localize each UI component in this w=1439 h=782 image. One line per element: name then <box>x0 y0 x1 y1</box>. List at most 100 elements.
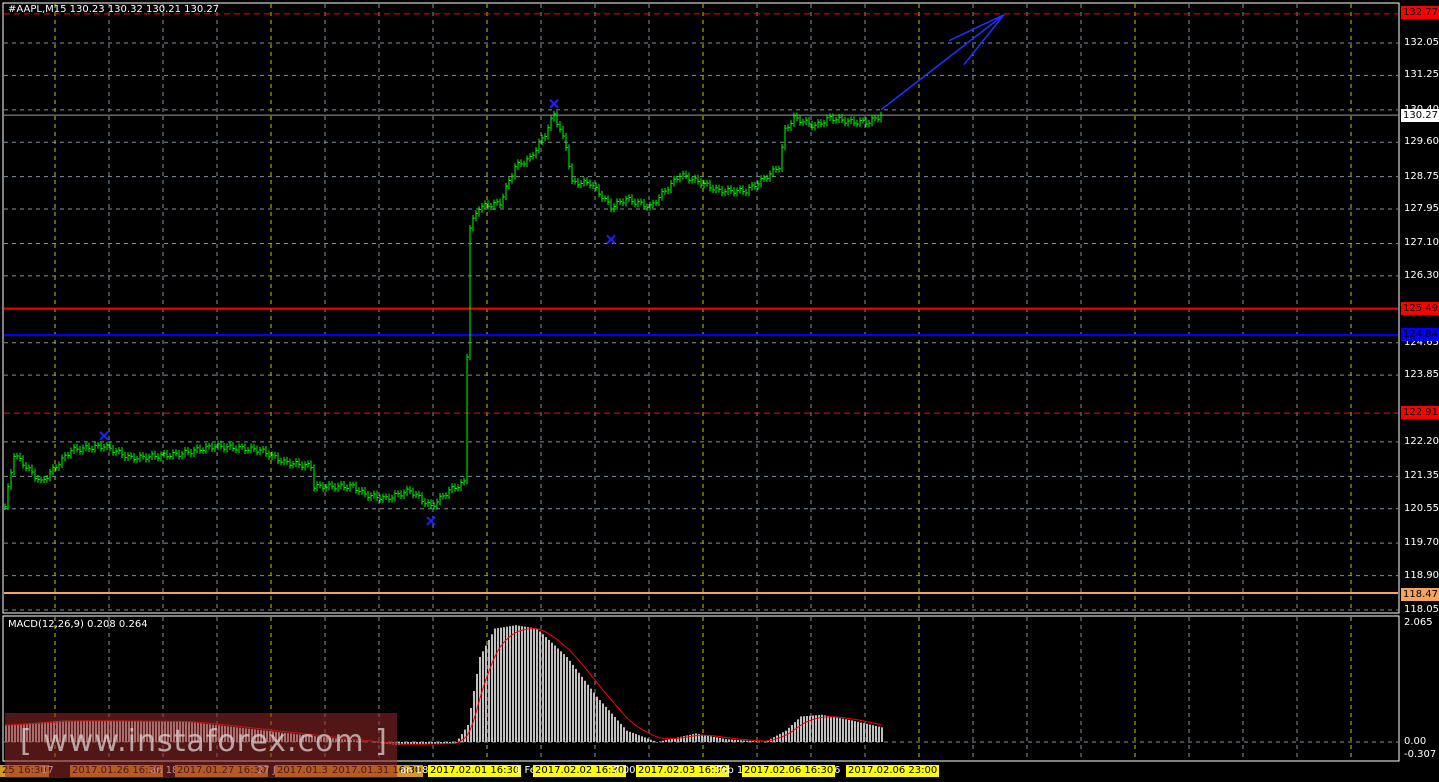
macd-histogram-bar <box>740 740 742 742</box>
macd-histogram-bar <box>647 738 649 742</box>
macd-histogram-bar <box>575 668 577 742</box>
macd-histogram-bar <box>536 628 538 742</box>
macd-histogram-bar <box>530 627 532 742</box>
macd-histogram-bar <box>608 710 610 742</box>
macd-histogram-bar <box>716 737 718 742</box>
macd-histogram-bar <box>863 723 865 742</box>
time-axis-label: an 18 <box>400 765 429 776</box>
watermark-text: [ www.instaforex.com ] <box>20 724 388 759</box>
macd-histogram-bar <box>671 738 673 742</box>
fractal-x-marker <box>426 516 436 526</box>
macd-histogram-bar <box>563 654 565 742</box>
price-axis-label: 132.05 <box>1404 37 1439 48</box>
macd-histogram-bar <box>788 727 790 742</box>
macd-histogram-bar <box>641 736 643 742</box>
macd-histogram-bar <box>755 741 757 742</box>
symbol-info: #AAPL,M15 130.23 130.32 130.21 130.27 <box>8 4 220 15</box>
price-axis-label: 128.75 <box>1404 170 1439 182</box>
macd-histogram-bar <box>515 625 517 742</box>
price-axis-label: 119.70 <box>1404 537 1439 549</box>
macd-histogram-bar <box>602 703 604 742</box>
macd-histogram-bar <box>800 716 802 742</box>
macd-histogram-bar <box>653 740 655 742</box>
macd-histogram-bar <box>689 734 691 742</box>
macd-histogram-bar <box>542 634 544 742</box>
macd-histogram-bar <box>605 706 607 742</box>
macd-histogram-bar <box>572 664 574 742</box>
macd-histogram-bar <box>881 727 883 742</box>
macd-histogram-bar <box>566 656 568 742</box>
time-axis-label: 6 <box>834 765 841 776</box>
macd-histogram-bar <box>569 660 571 742</box>
macd-histogram-bar <box>836 717 838 742</box>
macd-histogram-bar <box>827 715 829 742</box>
fractal-x-marker <box>99 431 109 441</box>
macd-histogram-bar <box>821 714 823 742</box>
macd-histogram-bar <box>617 720 619 742</box>
price-axis-label: 126.30 <box>1404 269 1439 281</box>
macd-histogram-bar <box>635 734 637 742</box>
macd-histogram-bar <box>731 739 733 742</box>
time-axis-label: Feb 1 <box>716 765 744 776</box>
macd-histogram-bar <box>833 717 835 742</box>
time-axis-label: 2017.02.01 16:30 <box>428 765 522 777</box>
macd-histogram-bar <box>710 736 712 742</box>
macd-histogram-bar <box>734 739 736 742</box>
price-axis-label: 129.60 <box>1404 136 1439 148</box>
price-axis-label: 118.05 <box>1404 604 1439 615</box>
macd-histogram-bar <box>524 626 526 742</box>
macd-histogram-bar <box>581 676 583 742</box>
macd-histogram-bar <box>764 742 766 743</box>
macd-histogram-bar <box>869 724 871 742</box>
macd-histogram-bar <box>749 740 751 742</box>
macd-histogram-bar <box>707 735 709 742</box>
macd-histogram-bar <box>491 634 493 742</box>
macd-histogram-bar <box>545 637 547 742</box>
macd-histogram-bar <box>527 627 529 742</box>
macd-histogram-bar <box>713 736 715 742</box>
macd-histogram-bar <box>548 639 550 742</box>
macd-histogram-bar <box>725 739 727 742</box>
macd-histogram-bar <box>518 625 520 742</box>
macd-histogram-bar <box>839 718 841 742</box>
macd-histogram-bar <box>629 731 631 742</box>
macd-histogram-bar <box>809 715 811 742</box>
macd-histogram-bar <box>728 739 730 742</box>
macd-histogram-bar <box>614 717 616 742</box>
forecast-arrow-head-icon <box>948 13 1005 66</box>
time-axis-label: 7:00 <box>613 765 636 776</box>
macd-histogram-bar <box>701 734 703 742</box>
time-axis-label: 2017.02.06 23:00 <box>846 765 940 777</box>
pivot-level-tag: 124.84 <box>1401 328 1439 341</box>
support-dashed-level-tag: 122.91 <box>1401 406 1439 419</box>
price-axis-label: 127.10 <box>1404 237 1439 249</box>
macd-histogram-bar <box>482 651 484 742</box>
macd-axis-zero: 0.00 <box>1404 736 1427 747</box>
macd-histogram-bar <box>650 739 652 742</box>
macd-histogram-bar <box>632 732 634 742</box>
macd-histogram-bar <box>644 737 646 742</box>
macd-histogram-bar <box>719 738 721 742</box>
macd-histogram-bar <box>878 726 880 742</box>
macd-histogram-bar <box>599 700 601 742</box>
macd-histogram-bar <box>638 735 640 742</box>
macd-histogram-bar <box>662 740 664 742</box>
time-axis-label: 2017.02.06 16:30 <box>742 765 836 777</box>
macd-histogram-bar <box>851 720 853 742</box>
current-price-tag: 130.27 <box>1401 109 1439 122</box>
macd-histogram-bar <box>494 628 496 742</box>
macd-histogram-bar <box>818 715 820 742</box>
macd-histogram-bar <box>557 648 559 742</box>
macd-histogram-bar <box>845 719 847 742</box>
macd-histogram-bar <box>593 692 595 742</box>
macd-histogram-bar <box>665 740 667 742</box>
macd-histogram-bar <box>503 627 505 742</box>
price-axis-label: 131.25 <box>1404 69 1439 81</box>
macd-histogram-bar <box>842 718 844 742</box>
macd-histogram-bar <box>533 628 535 742</box>
price-chart[interactable] <box>0 0 1439 782</box>
macd-histogram-bar <box>695 733 697 742</box>
fractal-x-marker <box>606 234 616 245</box>
macd-histogram-bar <box>797 719 799 742</box>
price-axis-label: 118.90 <box>1404 569 1439 581</box>
